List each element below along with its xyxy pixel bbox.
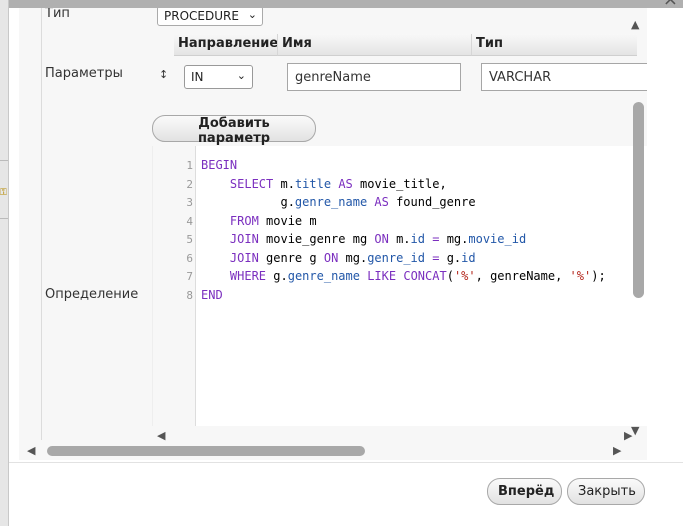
- code-token: LIKE: [367, 269, 397, 283]
- type-select[interactable]: PROCEDURE ⌄: [157, 8, 263, 26]
- scroll-up-icon[interactable]: ▲: [631, 18, 639, 31]
- line-number: 6: [186, 251, 193, 265]
- code-token: id: [410, 232, 425, 246]
- code-line: WHERE g.genre_name LIKE CONCAT('%', genr…: [201, 269, 606, 283]
- scroll-left-icon[interactable]: ◀: [157, 429, 165, 442]
- horizontal-scrollbar-thumb[interactable]: [47, 446, 365, 456]
- close-button[interactable]: Закрыть: [567, 478, 645, 505]
- code-token: JOIN: [229, 232, 259, 246]
- param-header-name: Имя: [277, 34, 471, 56]
- edit-routine-dialog: × Тип PROCEDURE ⌄ Направление Имя Тип Па…: [8, 0, 683, 526]
- definition-label: Определение: [45, 287, 139, 302]
- line-number: 5: [186, 233, 193, 246]
- code-token: SELECT: [229, 176, 274, 191]
- code-token: AS: [374, 195, 389, 209]
- add-parameter-button[interactable]: Добавить параметр: [152, 115, 316, 146]
- code-token: JOIN: [229, 250, 259, 265]
- code-token: WHERE: [229, 269, 267, 283]
- code-token: ON: [323, 250, 339, 265]
- code-token: , genreName,: [475, 269, 570, 283]
- code-token: FROM: [229, 213, 259, 228]
- code-token: mg.: [338, 250, 368, 265]
- code-line: BEGIN: [201, 158, 237, 172]
- param-direction-select[interactable]: IN ⌄: [184, 65, 253, 89]
- scroll-right-icon[interactable]: ▶: [613, 444, 621, 457]
- type-select-value: PROCEDURE: [164, 9, 239, 23]
- code-line: END: [201, 288, 223, 302]
- background-key-icon: ⚿: [0, 188, 7, 198]
- chevron-down-icon: ⌄: [247, 8, 257, 21]
- scroll-left-icon[interactable]: ◀: [27, 444, 35, 457]
- code-token: '%': [569, 269, 592, 283]
- code-token: found_genre: [388, 195, 476, 209]
- code-token: genre_name: [287, 269, 360, 283]
- line-number: 1: [186, 159, 193, 172]
- code-token: ON: [374, 232, 389, 246]
- params-label: Параметры: [45, 66, 123, 81]
- param-header-direction: Направление: [174, 34, 278, 56]
- code-token: CONCAT: [403, 269, 447, 283]
- form-border: [41, 8, 42, 440]
- code-token: g.: [201, 195, 295, 209]
- param-direction-value: IN: [191, 70, 204, 84]
- next-button[interactable]: Вперёд: [487, 478, 562, 505]
- code-token: movie m: [258, 213, 317, 228]
- code-token: m.: [273, 176, 295, 191]
- scroll-down-icon[interactable]: ▼: [631, 424, 639, 437]
- close-icon[interactable]: ×: [663, 0, 678, 9]
- code-token: '%': [453, 269, 476, 283]
- code-line: FROM movie m: [201, 214, 317, 228]
- code-token: BEGIN: [201, 158, 238, 172]
- param-name-input[interactable]: [287, 63, 461, 91]
- code-token: g.: [439, 250, 462, 265]
- code-line: JOIN movie_genre mg ON m.id = mg.movie_i…: [201, 232, 526, 246]
- code-token: m.: [388, 232, 411, 246]
- line-number: 4: [186, 214, 193, 228]
- code-token: movie_title,: [352, 176, 447, 191]
- code-token: movie_genre mg: [258, 232, 375, 246]
- drag-sort-icon[interactable]: ↕: [159, 68, 168, 81]
- footer-divider: [9, 462, 683, 463]
- code-line: g.genre_name AS found_genre: [201, 195, 476, 209]
- code-token: genre g: [258, 250, 324, 265]
- sql-code-editor[interactable]: 12345678 BEGIN SELECT m.title AS movie_t…: [152, 146, 647, 442]
- code-token: title: [294, 176, 332, 191]
- code-token: mg.: [439, 232, 469, 246]
- code-token: genre_name: [294, 195, 368, 209]
- code-token: );: [591, 269, 606, 283]
- code-line: SELECT m.title AS movie_title,: [201, 177, 447, 191]
- type-label: Тип: [45, 8, 70, 21]
- line-number: 2: [186, 177, 193, 191]
- code-token: END: [201, 287, 223, 302]
- param-type-input[interactable]: [481, 63, 647, 91]
- code-token: (: [446, 269, 454, 283]
- dialog-titlebar: ×: [9, 0, 683, 9]
- vertical-scrollbar-thumb[interactable]: [633, 102, 644, 298]
- line-number: 8: [186, 288, 193, 302]
- code-token: AS: [338, 176, 353, 191]
- param-header-type: Тип: [471, 34, 637, 56]
- code-token: movie_id: [468, 232, 527, 246]
- code-token: id: [461, 250, 476, 265]
- line-number: 3: [186, 196, 193, 209]
- dialog-content: Тип PROCEDURE ⌄ Направление Имя Тип Пара…: [19, 8, 647, 460]
- code-token: genre_id: [367, 250, 425, 265]
- code-token: g.: [266, 269, 288, 283]
- chevron-down-icon: ⌄: [236, 69, 246, 82]
- line-number: 7: [186, 270, 193, 283]
- code-line: JOIN genre g ON mg.genre_id = g.id: [201, 251, 476, 265]
